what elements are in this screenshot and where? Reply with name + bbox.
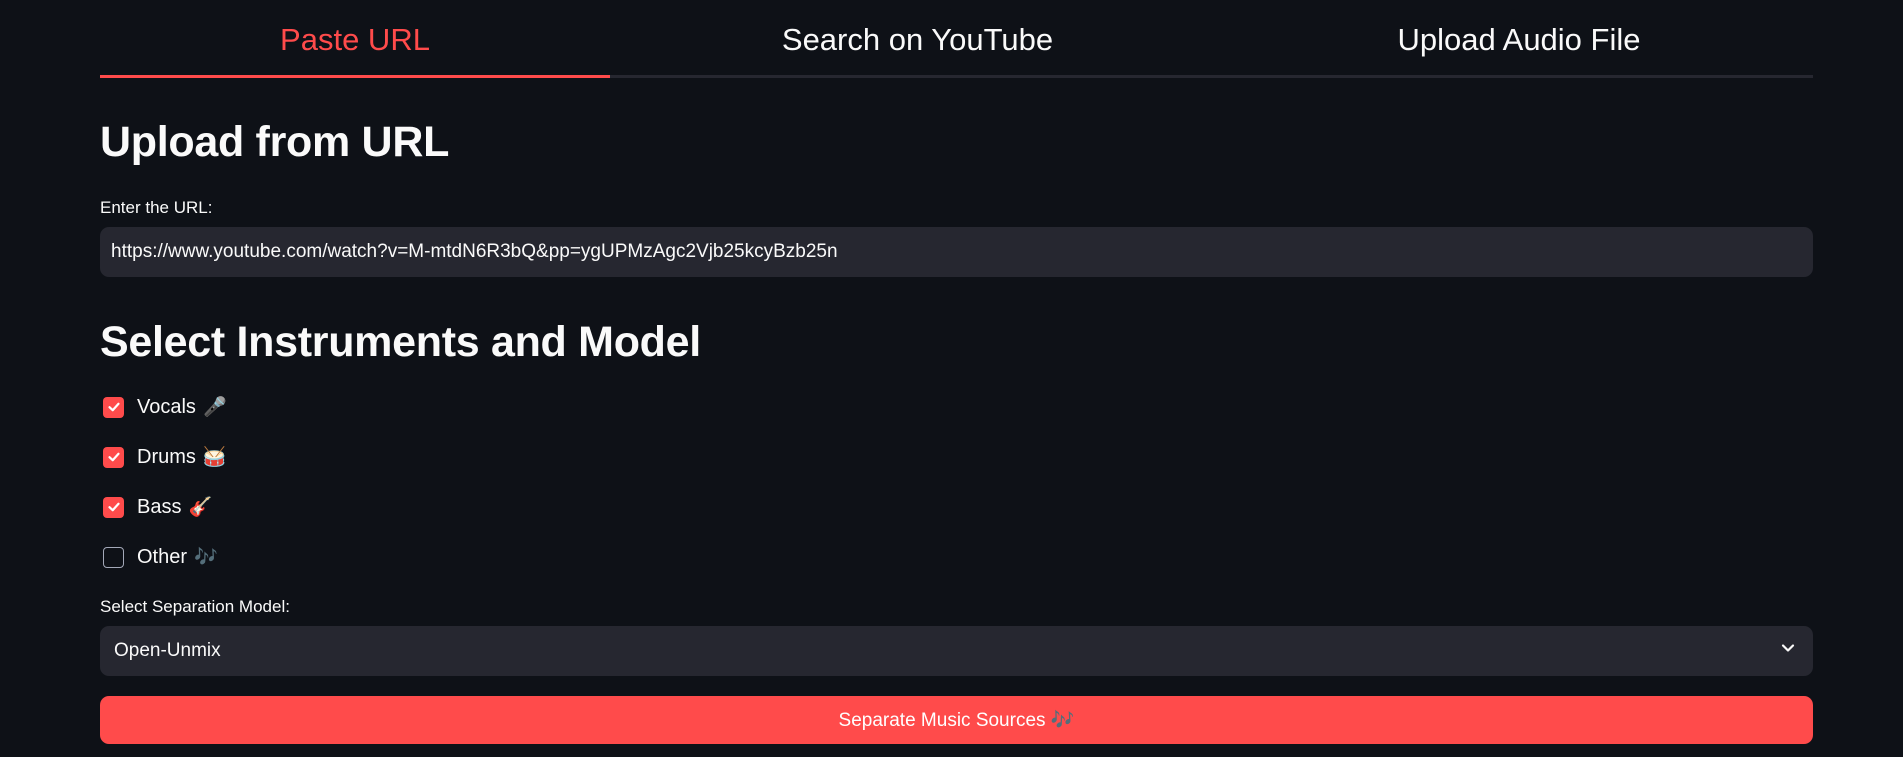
chevron-down-icon[interactable] [1779, 639, 1797, 663]
checkbox-label: Bass [137, 495, 182, 518]
tab-search-youtube[interactable]: Search on YouTube [610, 0, 1225, 78]
upload-heading: Upload from URL [100, 118, 450, 166]
checkbox-other[interactable]: Other 🎶 [103, 542, 218, 572]
microphone-icon: 🎤 [202, 397, 227, 418]
checkbox-label: Drums [137, 445, 196, 468]
url-input[interactable] [100, 227, 1813, 277]
model-label: Select Separation Model: [100, 597, 290, 616]
checkbox-label: Other [137, 545, 188, 568]
tab-bar: Paste URL Search on YouTube Upload Audio… [100, 0, 1813, 78]
instruments-heading: Select Instruments and Model [100, 318, 701, 366]
checkbox-unchecked-icon[interactable] [103, 546, 124, 568]
tab-paste-url[interactable]: Paste URL [100, 0, 610, 78]
main-container: Paste URL Search on YouTube Upload Audio… [100, 0, 1813, 744]
checkbox-drums[interactable]: Drums 🥁 [103, 442, 227, 472]
checkbox-vocals[interactable]: Vocals 🎤 [103, 392, 227, 422]
checkbox-checked-icon[interactable] [103, 396, 124, 418]
checkbox-checked-icon[interactable] [103, 446, 124, 468]
checkbox-bass[interactable]: Bass 🎸 [103, 492, 212, 522]
model-select[interactable]: Open-Unmix [100, 626, 1813, 676]
checkbox-checked-icon[interactable] [103, 496, 124, 518]
checkbox-label: Vocals [137, 395, 196, 418]
active-tab-indicator [100, 75, 610, 78]
music-notes-icon: 🎶 [194, 547, 218, 568]
tab-upload-audio[interactable]: Upload Audio File [1225, 0, 1813, 78]
guitar-icon: 🎸 [188, 497, 213, 518]
separate-sources-button[interactable]: Separate Music Sources 🎶 [100, 696, 1813, 744]
drum-icon: 🥁 [202, 447, 227, 468]
url-label: Enter the URL: [100, 198, 213, 217]
model-select-value: Open-Unmix [114, 640, 221, 661]
